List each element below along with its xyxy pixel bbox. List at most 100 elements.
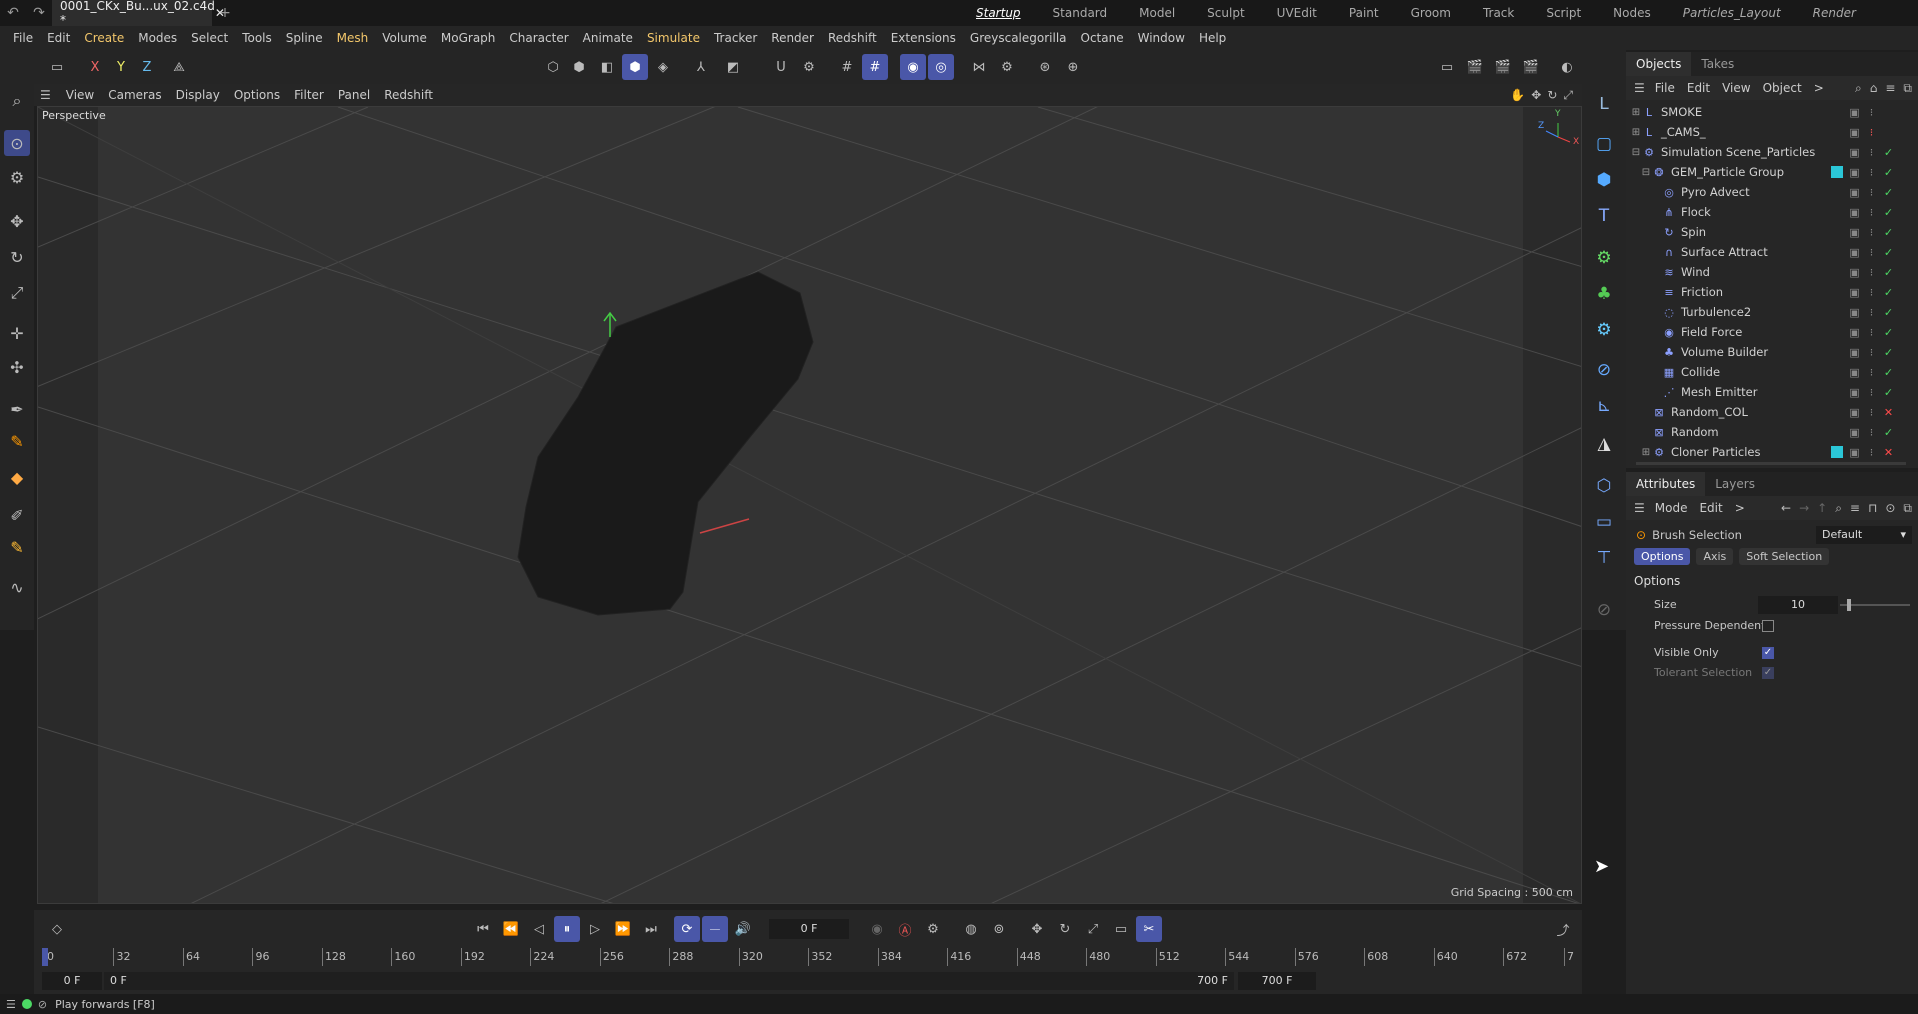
viewport-menu-panel[interactable]: Panel — [331, 88, 377, 102]
key-rotate-icon[interactable]: ↻ — [1052, 916, 1078, 942]
render-picture-viewer-icon[interactable]: 🎬 — [1490, 54, 1516, 80]
keyframe-selection-icon[interactable]: ◍ — [958, 916, 984, 942]
tree-expander-icon[interactable]: ⊟ — [1630, 147, 1642, 158]
key-scale-icon[interactable]: ⤢ — [1080, 916, 1106, 942]
objects-menu-object[interactable]: Object — [1757, 81, 1808, 95]
visibility-dots-icon[interactable]: ⁝ — [1866, 346, 1877, 359]
layout-tab-startup[interactable]: Startup — [960, 0, 1037, 26]
next-key-icon[interactable]: ⏩ — [610, 916, 636, 942]
object-row[interactable]: ◉ Field Force ▣ ⁝ ✓ — [1626, 322, 1918, 342]
layer-icon[interactable]: ▣ — [1849, 106, 1860, 119]
symmetry-icon[interactable]: ⋈ — [966, 54, 992, 80]
sketch-tool-icon[interactable]: ✎ — [4, 428, 30, 454]
enabled-check-icon[interactable]: ✓ — [1883, 386, 1894, 399]
layout-tab-track[interactable]: Track — [1467, 0, 1530, 26]
object-row[interactable]: ▦ Collide ▣ ⁝ ✓ — [1626, 362, 1918, 382]
object-row[interactable]: ↻ Spin ▣ ⁝ ✓ — [1626, 222, 1918, 242]
scene-icon[interactable]: ◮ — [1590, 430, 1618, 458]
move-view-icon[interactable]: ✥ — [1528, 88, 1544, 102]
menu-modes[interactable]: Modes — [131, 26, 184, 50]
next-frame-icon[interactable]: ▷ — [582, 916, 608, 942]
spline-pen-icon[interactable]: ✒ — [4, 396, 30, 422]
visibility-dots-icon[interactable]: ⁝ — [1866, 306, 1877, 319]
layer-icon[interactable]: ▣ — [1849, 306, 1860, 319]
menu-edit[interactable]: Edit — [40, 26, 77, 50]
enabled-check-icon[interactable]: ✓ — [1883, 266, 1894, 279]
placement-tool-icon[interactable]: ✣ — [4, 354, 30, 380]
layout-tab-paint[interactable]: Paint — [1333, 0, 1395, 26]
new-window-icon[interactable]: ⧉ — [1899, 501, 1918, 516]
viewport-menu-filter[interactable]: Filter — [287, 88, 331, 102]
menu-window[interactable]: Window — [1131, 26, 1192, 50]
menu-simulate[interactable]: Simulate — [640, 26, 707, 50]
record-settings-icon[interactable]: ⚙ — [920, 916, 946, 942]
object-name[interactable]: Field Force — [1681, 325, 1742, 339]
tab-attributes[interactable]: Attributes — [1626, 472, 1706, 496]
viewport-hamburger-icon[interactable]: ☰ — [40, 88, 51, 102]
object-row[interactable]: ⊞ L _CAMS_ ▣ ⁝ — [1626, 122, 1918, 142]
layer-icon[interactable]: ▣ — [1849, 366, 1860, 379]
menu-tracker[interactable]: Tracker — [707, 26, 764, 50]
objects-horizontal-scrollbar[interactable] — [1636, 462, 1906, 465]
layer-icon[interactable]: ▣ — [1849, 206, 1860, 219]
menu-mesh[interactable]: Mesh — [330, 26, 376, 50]
layout-tab-model[interactable]: Model — [1123, 0, 1191, 26]
object-name[interactable]: Flock — [1681, 205, 1711, 219]
coordinate-system-icon[interactable]: ⟁ — [166, 54, 192, 80]
cube-object-icon[interactable]: ⬢ — [1590, 166, 1618, 194]
tag-icon[interactable]: ⊤ — [1590, 544, 1618, 572]
visible-only-checkbox[interactable]: ✓ — [1762, 647, 1774, 659]
layer-icon[interactable]: ▣ — [1849, 166, 1860, 179]
render-settings-icon[interactable]: 🎬 — [1518, 54, 1544, 80]
object-row[interactable]: ⋔ Flock ▣ ⁝ ✓ — [1626, 202, 1918, 222]
layer-icon[interactable]: ▣ — [1849, 426, 1860, 439]
layout-tab-nodes[interactable]: Nodes — [1597, 0, 1667, 26]
key-move-icon[interactable]: ✥ — [1024, 916, 1050, 942]
menu-animate[interactable]: Animate — [576, 26, 640, 50]
object-name[interactable]: Volume Builder — [1681, 345, 1768, 359]
visibility-dots-icon[interactable]: ⁝ — [1866, 206, 1877, 219]
objects-menu-edit[interactable]: Edit — [1681, 81, 1716, 95]
snap-icon[interactable]: U — [768, 54, 794, 80]
objects-hamburger-icon[interactable]: ☰ — [1634, 81, 1645, 95]
model-mode-icon[interactable]: ⬢ — [622, 54, 648, 80]
size-field[interactable]: 10 — [1758, 596, 1838, 614]
z-axis-lock-button[interactable]: Z — [134, 54, 160, 80]
polygons-mode-icon[interactable]: ◧ — [594, 54, 620, 80]
preset-dropdown[interactable]: Default ▾ — [1816, 526, 1912, 544]
move-tool-icon[interactable]: ✥ — [4, 208, 30, 234]
object-name[interactable]: Random — [1671, 425, 1719, 439]
transform-tool-icon[interactable]: ✛ — [4, 320, 30, 346]
layout-tab-groom[interactable]: Groom — [1395, 0, 1467, 26]
menu-file[interactable]: File — [6, 26, 40, 50]
rotate-tool-icon[interactable]: ↻ — [4, 244, 30, 270]
menu-volume[interactable]: Volume — [375, 26, 434, 50]
object-row[interactable]: ⊞ L SMOKE ▣ ⁝ — [1626, 102, 1918, 122]
layer-icon[interactable]: ▣ — [1849, 346, 1860, 359]
tree-expander-icon[interactable]: ⊞ — [1640, 447, 1652, 458]
size-slider[interactable] — [1840, 599, 1910, 611]
object-name[interactable]: Random_COL — [1671, 405, 1748, 419]
visibility-dots-icon[interactable]: ⁝ — [1866, 226, 1877, 239]
timeline-ruler[interactable]: 0 32 64 96 128 160 192 224 256 288 320 352 384 416 448… — [42, 948, 1574, 970]
enabled-check-icon[interactable]: ✓ — [1883, 186, 1894, 199]
autokey-icon[interactable]: Ⓐ — [892, 916, 918, 942]
disabled-cross-icon[interactable]: ✕ — [1883, 406, 1894, 419]
search-icon[interactable]: ⌕ — [1851, 81, 1866, 96]
objects-menu-more[interactable]: > — [1808, 81, 1830, 95]
y-axis-lock-button[interactable]: Y — [108, 54, 134, 80]
visibility-dots-icon[interactable]: ⁝ — [1866, 406, 1877, 419]
layout-tab-render[interactable]: Render — [1797, 0, 1872, 26]
enabled-check-icon[interactable]: ✓ — [1883, 226, 1894, 239]
object-name[interactable]: _CAMS_ — [1661, 125, 1706, 139]
tab-layers[interactable]: Layers — [1705, 472, 1765, 496]
rotate-view-icon[interactable]: ↻ — [1544, 88, 1560, 102]
visibility-dots-icon[interactable]: ⁝ — [1866, 146, 1877, 159]
menu-redshift[interactable]: Redshift — [821, 26, 884, 50]
enabled-check-icon[interactable]: ✓ — [1883, 346, 1894, 359]
search-icon[interactable]: ⌕ — [4, 88, 30, 114]
object-row[interactable]: ≡ Friction ▣ ⁝ ✓ — [1626, 282, 1918, 302]
tree-expander-icon[interactable]: ⊞ — [1630, 127, 1642, 138]
menu-extensions[interactable]: Extensions — [884, 26, 963, 50]
layer-icon[interactable]: ▣ — [1849, 146, 1860, 159]
